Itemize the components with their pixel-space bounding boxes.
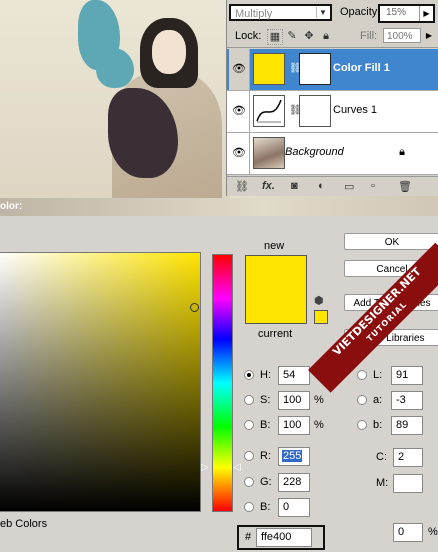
layers-options-row: Multiply ▼ Opacity: 15% ▶	[227, 3, 438, 23]
saturation-input[interactable]: 100	[278, 391, 310, 410]
brightness-label: B:	[260, 419, 271, 431]
saturation-unit: %	[314, 394, 324, 406]
lock-icon: 🔒︎	[399, 146, 405, 158]
lock-transparency-icon[interactable]: ▦	[267, 29, 283, 45]
visibility-eye-icon[interactable]: 👁︎	[229, 91, 250, 132]
green-radio[interactable]	[244, 477, 254, 487]
layer-row-color-fill[interactable]: 👁︎ ⛓︎ Color Fill 1	[227, 49, 438, 91]
hue-input[interactable]: 54	[278, 366, 310, 385]
dialog-title: olor:	[0, 201, 23, 212]
lock-image-brush-icon[interactable]: ✎	[285, 29, 299, 43]
opacity-value: 15%	[386, 7, 407, 18]
new-layer-icon[interactable]: ▫	[371, 180, 375, 192]
lightness-label: L:	[373, 369, 383, 381]
hex-field-row: # ffe400	[237, 525, 325, 550]
color-field-cursor[interactable]	[190, 303, 199, 312]
adjustment-layer-icon[interactable]: ◐	[318, 180, 325, 192]
green-input[interactable]: 228	[278, 473, 310, 492]
blend-mode-value: Multiply	[235, 8, 273, 20]
opacity-label: Opacity:	[340, 6, 381, 18]
layer-name: Curves 1	[333, 104, 378, 116]
current-color-label: current	[258, 328, 293, 340]
hex-hash-label: #	[245, 531, 252, 543]
brightness-radio[interactable]	[244, 420, 254, 430]
blue-label: B:	[260, 501, 271, 513]
dialog-title-bar[interactable]: olor:	[0, 198, 438, 216]
link-layers-icon[interactable]: ⛓︎	[235, 180, 249, 193]
current-color-swatch[interactable]	[245, 289, 307, 324]
lock-row: Lock: ▦ ✎ ✥ 🔒︎ Fill: 100% ▶	[227, 27, 438, 48]
brightness-input[interactable]: 100	[278, 416, 310, 435]
fill-field[interactable]: 100%	[383, 28, 421, 43]
new-group-folder-icon[interactable]: ▭	[344, 180, 354, 193]
black-unit: %	[428, 526, 438, 538]
ok-button[interactable]: OK	[344, 233, 438, 250]
red-value-selected: 255	[282, 450, 303, 462]
opacity-field[interactable]: 15% ▶	[378, 4, 435, 23]
cyan-label: C:	[376, 451, 387, 463]
b-channel-input[interactable]: 89	[391, 416, 423, 435]
color-fill-thumbnail	[253, 53, 285, 85]
new-color-swatch	[245, 255, 307, 290]
web-safe-cube-icon[interactable]: ⬢	[314, 294, 324, 307]
magenta-label: M:	[376, 477, 389, 489]
a-channel-input[interactable]: -3	[391, 391, 423, 410]
layer-mask-thumbnail[interactable]	[299, 53, 331, 85]
hue-radio[interactable]	[244, 370, 254, 380]
blue-input[interactable]: 0	[278, 498, 310, 517]
layer-name: Background	[285, 146, 344, 158]
new-color-label: new	[264, 240, 285, 252]
layers-toolbar: ⛓︎ fx. ◙ ◐ ▭ ▫ 🗑︎	[227, 176, 438, 197]
b-channel-radio[interactable]	[357, 420, 367, 430]
lock-label: Lock:	[235, 30, 262, 42]
layers-panel: Multiply ▼ Opacity: 15% ▶ Lock: ▦ ✎ ✥ 🔒︎…	[226, 0, 438, 196]
only-web-colors-label[interactable]: eb Colors	[0, 518, 47, 530]
red-radio[interactable]	[244, 451, 254, 461]
lock-all-icon[interactable]: 🔒︎	[319, 29, 333, 43]
chevron-down-icon: ▼	[316, 7, 329, 18]
color-picker-dialog: olor: ▷ ◁ new current ⬢ OK Cancel Add To…	[0, 198, 438, 552]
layer-row-background[interactable]: 👁︎ Background 🔒︎	[227, 133, 438, 175]
hue-slider-right-arrow-icon[interactable]: ◁	[233, 462, 241, 473]
hue-slider[interactable]	[212, 254, 233, 512]
saturation-label: S:	[260, 394, 271, 406]
add-mask-icon[interactable]: ◙	[291, 180, 298, 192]
brightness-unit: %	[314, 419, 324, 431]
layer-name: Color Fill 1	[333, 62, 390, 74]
fill-slider-arrow-icon[interactable]: ▶	[423, 28, 435, 43]
lock-position-move-icon[interactable]: ✥	[302, 29, 316, 43]
lightness-input[interactable]: 91	[391, 366, 423, 385]
visibility-eye-icon[interactable]: 👁︎	[229, 49, 250, 90]
hue-slider-left-arrow-icon[interactable]: ▷	[201, 462, 209, 473]
layer-style-fx-icon[interactable]: fx.	[262, 180, 275, 192]
a-channel-radio[interactable]	[357, 395, 367, 405]
blue-radio[interactable]	[244, 502, 254, 512]
trash-icon[interactable]: 🗑︎	[398, 180, 412, 193]
black-input[interactable]: 0	[393, 523, 423, 542]
curves-adjustment-icon	[253, 95, 285, 127]
green-label: G:	[260, 476, 272, 488]
hex-input[interactable]: ffe400	[256, 528, 312, 547]
red-label: R:	[260, 450, 271, 462]
cyan-input[interactable]: 2	[393, 448, 423, 467]
a-channel-label: a:	[373, 394, 383, 406]
opacity-slider-arrow-icon[interactable]: ▶	[419, 6, 433, 21]
b-channel-label: b:	[373, 419, 383, 431]
saturation-radio[interactable]	[244, 395, 254, 405]
lightness-radio[interactable]	[357, 370, 367, 380]
layer-mask-thumbnail[interactable]	[299, 95, 331, 127]
woman-face	[152, 30, 186, 74]
color-field[interactable]	[0, 252, 201, 512]
hue-label: H:	[260, 369, 271, 381]
blend-mode-select[interactable]: Multiply ▼	[229, 4, 332, 21]
magenta-input[interactable]	[393, 474, 423, 493]
layer-row-curves[interactable]: 👁︎ ⛓︎ Curves 1	[227, 91, 438, 133]
fill-label: Fill:	[360, 30, 378, 42]
web-safe-swatch[interactable]	[314, 310, 328, 324]
red-input[interactable]: 255	[278, 447, 310, 466]
background-thumbnail	[253, 137, 285, 169]
visibility-eye-icon[interactable]: 👁︎	[229, 133, 250, 174]
